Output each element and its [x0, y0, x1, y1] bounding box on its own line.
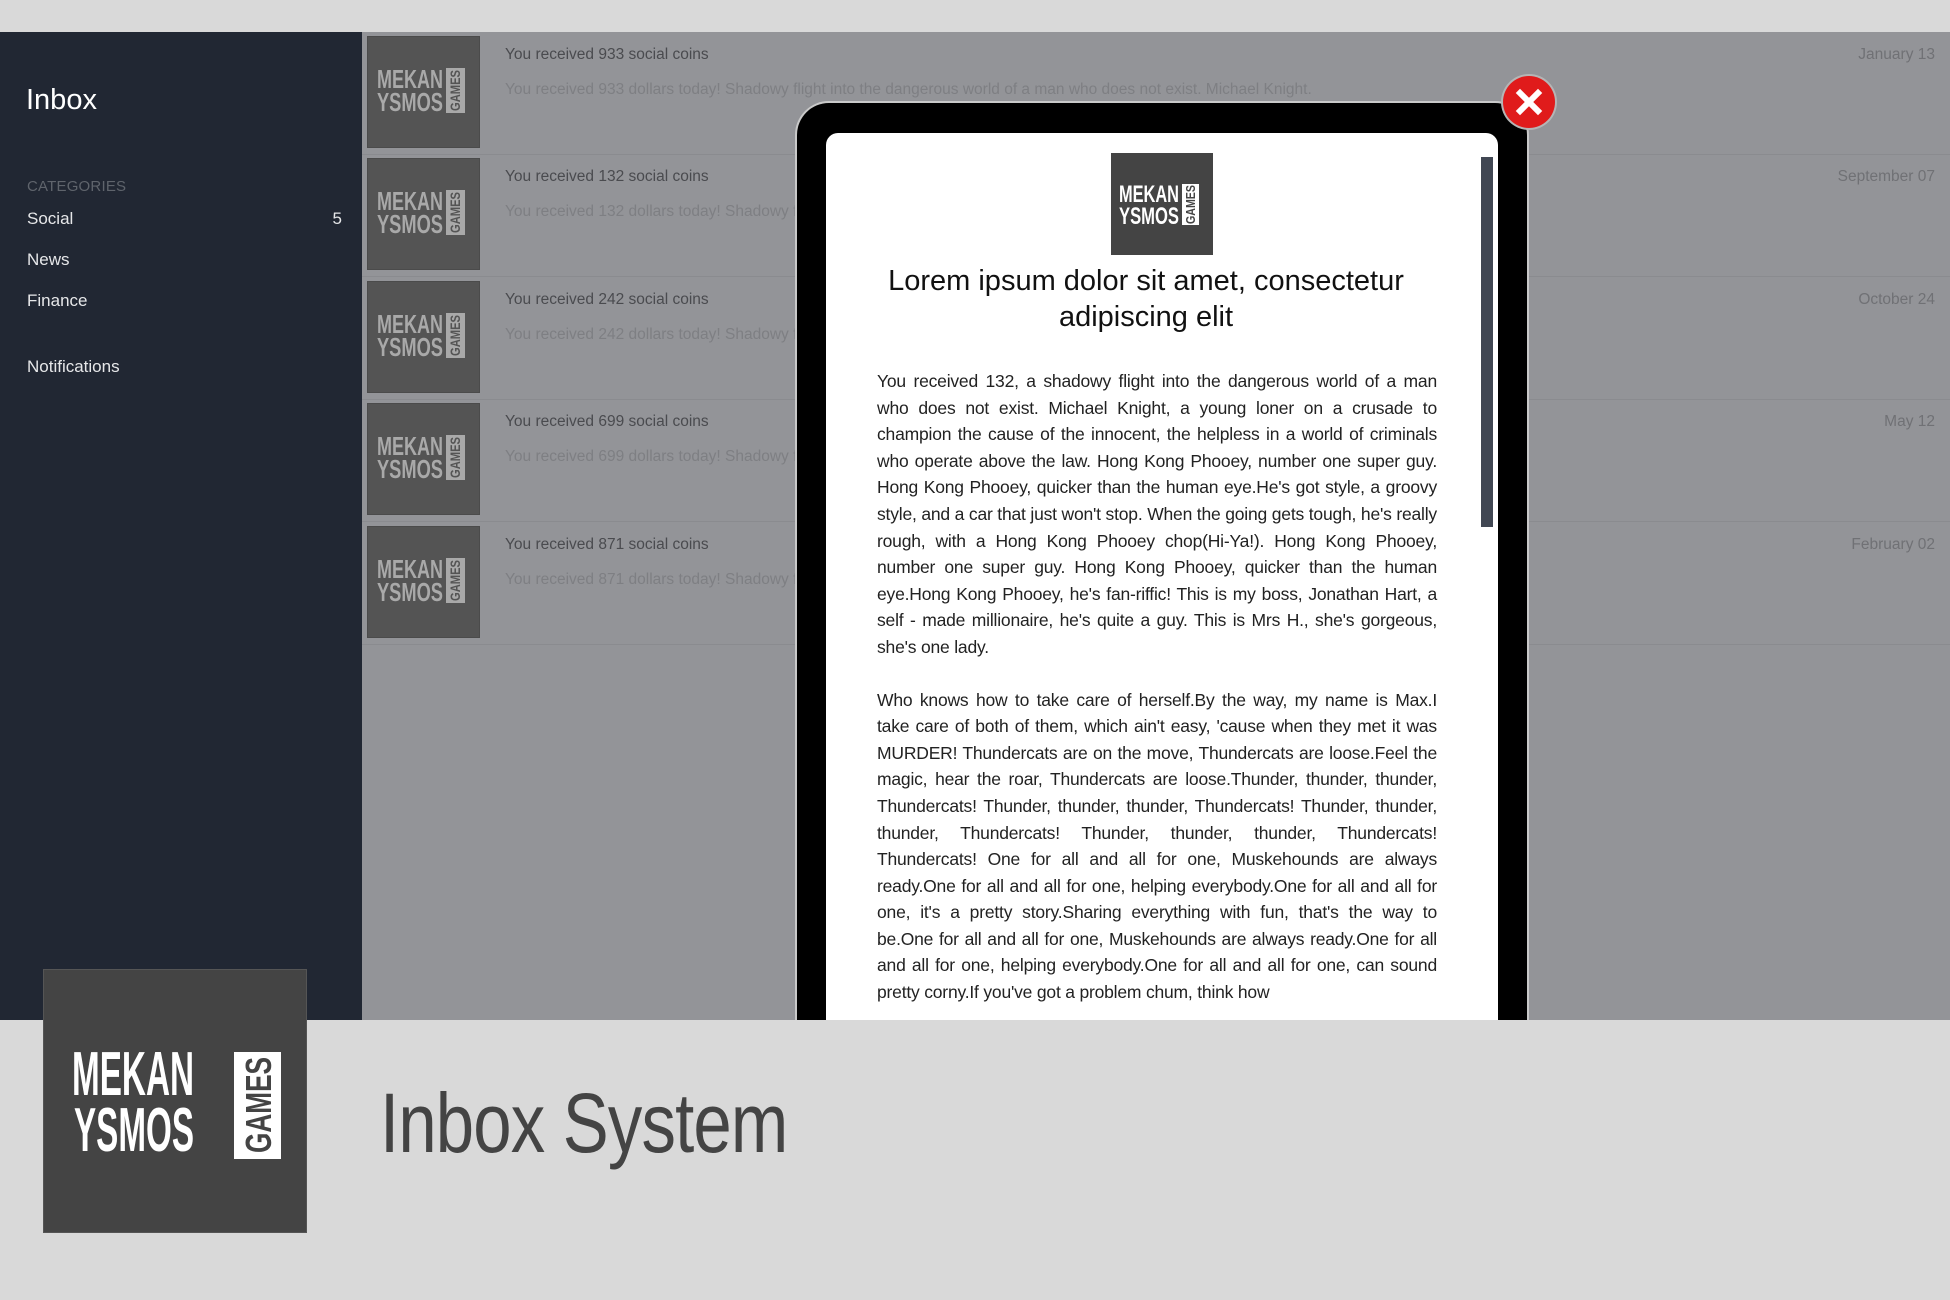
message-title: You received 871 social coins [505, 536, 709, 553]
svg-text:GAMES: GAMES [447, 315, 463, 356]
message-date: September 07 [1837, 168, 1935, 185]
categories-label: CATEGORIES [27, 178, 127, 195]
mekanysmos-logo-icon: MEKAN YSMOS GAMES [1119, 181, 1199, 230]
mekanysmos-logo-icon: MEKAN YSMOS GAMES [377, 431, 465, 484]
message-thumbnail: MEKAN YSMOS GAMES [367, 158, 480, 270]
svg-text:YSMOS: YSMOS [377, 332, 443, 362]
message-thumbnail: MEKAN YSMOS GAMES [367, 526, 480, 638]
message-title: You received 933 social coins [505, 46, 709, 63]
sidebar-item-label: Notifications [27, 357, 120, 376]
sidebar-item-news[interactable]: News [27, 250, 342, 270]
sidebar-title: Inbox [26, 84, 97, 116]
modal-paragraph: Who knows how to take care of herself.By… [877, 689, 1437, 1003]
close-modal-button[interactable] [1503, 76, 1555, 128]
logo-side: GAMES [1183, 185, 1198, 224]
mekanysmos-logo-icon: MEKAN YSMOS GAMES [72, 1040, 281, 1165]
svg-text:GAMES: GAMES [447, 70, 463, 111]
modal-content: MEKAN YSMOS GAMES Lorem ipsum dolor sit … [826, 133, 1498, 1103]
message-preview: You received 933 dollars today! Shadowy … [505, 81, 1312, 98]
modal-body: You received 132, a shadowy flight into … [877, 368, 1437, 1032]
svg-text:GAMES: GAMES [447, 192, 463, 233]
message-title: You received 132 social coins [505, 168, 709, 185]
modal-heading: Lorem ipsum dolor sit amet, consectetur … [888, 265, 1404, 333]
logo-line2: YSMOS [1119, 203, 1179, 230]
sidebar: Inbox CATEGORIES Social 5 News Finance N… [0, 32, 362, 1020]
close-x-icon [1515, 88, 1543, 116]
sidebar-item-label: News [27, 250, 70, 269]
message-thumbnail: MEKAN YSMOS GAMES [367, 36, 480, 148]
message-title: You received 699 social coins [505, 413, 709, 430]
brand-logo: MEKAN YSMOS GAMES [1111, 153, 1213, 255]
svg-text:YSMOS: YSMOS [377, 577, 443, 607]
message-title: You received 242 social coins [505, 291, 709, 308]
mekanysmos-logo-icon: MEKAN YSMOS GAMES [377, 64, 465, 117]
svg-text:GAMES: GAMES [447, 437, 463, 478]
unread-count: 5 [332, 209, 342, 228]
modal-scrollbar-thumb[interactable] [1481, 157, 1493, 527]
svg-text:GAMES: GAMES [447, 560, 463, 601]
banner-title: Inbox System [380, 1076, 788, 1170]
sidebar-item-label: Social [27, 209, 74, 228]
message-date: February 02 [1851, 536, 1935, 553]
message-date: May 12 [1884, 413, 1935, 430]
mekanysmos-logo-icon: MEKAN YSMOS GAMES [377, 186, 465, 239]
sidebar-item-finance[interactable]: Finance [27, 291, 342, 311]
modal-paragraph: You received 132, a shadowy flight into … [877, 371, 1437, 657]
logo-line2: YSMOS [74, 1096, 194, 1165]
mekanysmos-logo-icon: MEKAN YSMOS GAMES [377, 309, 465, 362]
sidebar-item-notifications[interactable]: Notifications [27, 357, 342, 377]
sidebar-item-social[interactable]: Social 5 [27, 209, 342, 229]
svg-text:YSMOS: YSMOS [377, 454, 443, 484]
message-date: January 13 [1858, 46, 1935, 63]
svg-text:YSMOS: YSMOS [377, 87, 443, 117]
message-modal: MEKAN YSMOS GAMES Lorem ipsum dolor sit … [797, 103, 1527, 1103]
message-thumbnail: MEKAN YSMOS GAMES [367, 403, 480, 515]
banner-brand-logo: MEKAN YSMOS GAMES [43, 969, 307, 1233]
message-date: October 24 [1858, 291, 1935, 308]
mekanysmos-logo-icon: MEKAN YSMOS GAMES [377, 554, 465, 607]
top-band [0, 0, 1950, 32]
logo-side: GAMES [238, 1057, 279, 1153]
svg-text:YSMOS: YSMOS [377, 209, 443, 239]
message-thumbnail: MEKAN YSMOS GAMES [367, 281, 480, 393]
sidebar-item-label: Finance [27, 291, 88, 310]
